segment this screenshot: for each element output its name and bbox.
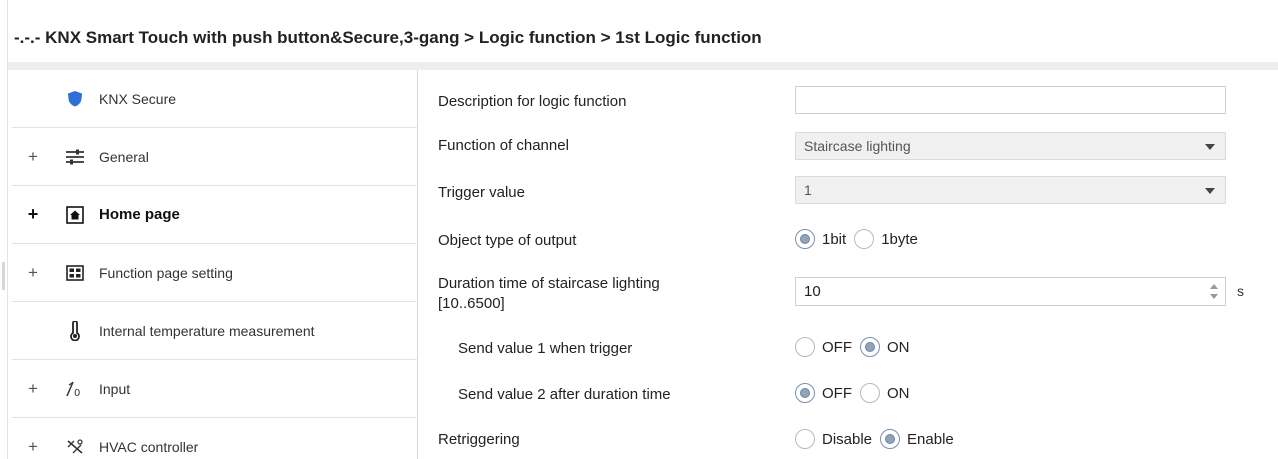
sidebar-item-home-page[interactable]: + Home page xyxy=(12,186,418,244)
radio-selected-icon[interactable] xyxy=(880,429,901,449)
expand-icon[interactable]: + xyxy=(26,204,40,225)
radio-off[interactable]: OFF xyxy=(795,337,852,357)
param-label: Send value 2 after duration time xyxy=(458,386,671,403)
param-object-type: Object type of output 1bit 1byte xyxy=(419,226,1278,256)
home-icon xyxy=(64,205,86,225)
select-value: 1 xyxy=(804,182,812,198)
sidebar-item-function-page-setting[interactable]: + Function page setting xyxy=(12,244,418,302)
splitter-mark xyxy=(2,262,5,290)
param-duration-time: Duration time of staircase lighting [10.… xyxy=(419,272,1278,324)
param-label: Trigger value xyxy=(438,184,525,201)
param-label-range: [10..6500] xyxy=(438,295,505,312)
radio-selected-icon[interactable] xyxy=(795,383,815,403)
sidebar-item-label: KNX Secure xyxy=(99,90,177,107)
object-type-radio-group: 1bit 1byte xyxy=(795,229,926,249)
radio-label: OFF xyxy=(822,384,852,402)
sidebar-item-input[interactable]: + 0 Input xyxy=(12,360,418,418)
header-band xyxy=(8,62,1278,70)
radio-label: 1byte xyxy=(881,230,918,248)
shield-icon xyxy=(64,89,86,109)
sidebar-item-knx-secure[interactable]: KNX Secure xyxy=(12,70,418,128)
radio-unselected-icon[interactable] xyxy=(795,429,815,449)
left-edge-bar xyxy=(0,0,8,459)
radio-on[interactable]: ON xyxy=(860,383,910,403)
expand-icon[interactable]: + xyxy=(26,263,40,283)
radio-selected-icon[interactable] xyxy=(860,337,880,357)
param-function-of-channel: Function of channel Staircase lighting xyxy=(419,131,1278,161)
radio-1bit[interactable]: 1bit xyxy=(795,229,846,249)
sidebar-item-label: Input xyxy=(99,380,131,397)
radio-label: Enable xyxy=(907,430,954,448)
description-input[interactable] xyxy=(795,86,1226,114)
param-send-value-2: Send value 2 after duration time OFF ON xyxy=(419,382,1278,412)
sidebar-item-general[interactable]: + General xyxy=(12,128,418,186)
param-label: Send value 1 when trigger xyxy=(458,340,633,357)
sliders-icon xyxy=(64,147,86,167)
input-icon: 0 xyxy=(64,379,86,399)
parameter-panel: Description for logic function Function … xyxy=(419,70,1278,459)
svg-text:0: 0 xyxy=(74,388,80,398)
radio-label: ON xyxy=(887,338,910,356)
function-of-channel-select[interactable]: Staircase lighting xyxy=(795,132,1226,160)
send-value-2-radio-group: OFF ON xyxy=(795,383,918,403)
expand-icon[interactable]: + xyxy=(26,147,40,167)
radio-unselected-icon[interactable] xyxy=(860,383,880,403)
spinbox-value: 10 xyxy=(804,283,821,300)
param-label: Retriggering xyxy=(438,431,520,448)
spin-arrows-icon[interactable] xyxy=(1209,283,1219,301)
expand-icon[interactable]: + xyxy=(26,437,40,457)
param-description: Description for logic function xyxy=(419,85,1278,115)
sidebar-item-label: Function page setting xyxy=(99,264,233,281)
grid-icon xyxy=(64,263,86,283)
expand-icon[interactable]: + xyxy=(26,379,40,399)
sidebar-item-label: General xyxy=(99,148,149,165)
sidebar: KNX Secure + General + Home page + Funct… xyxy=(12,70,418,459)
param-label: Object type of output xyxy=(438,232,577,249)
param-trigger-value: Trigger value 1 xyxy=(419,176,1278,206)
chevron-down-icon xyxy=(1205,188,1215,194)
radio-1byte[interactable]: 1byte xyxy=(854,229,918,249)
radio-selected-icon[interactable] xyxy=(795,229,815,249)
send-value-1-radio-group: OFF ON xyxy=(795,337,918,357)
radio-label: OFF xyxy=(822,338,852,356)
radio-enable[interactable]: Enable xyxy=(880,429,954,449)
sidebar-item-label: Home page xyxy=(99,206,180,223)
radio-label: 1bit xyxy=(822,230,847,248)
duration-spinbox[interactable]: 10 xyxy=(795,277,1226,306)
param-label: Function of channel xyxy=(438,137,569,154)
sidebar-item-label: Internal temperature measurement xyxy=(99,322,315,339)
sidebar-item-internal-temperature[interactable]: Internal temperature measurement xyxy=(12,302,418,360)
radio-label: Disable xyxy=(822,430,873,448)
radio-on[interactable]: ON xyxy=(860,337,910,357)
breadcrumb-title: -.-.- KNX Smart Touch with push button&S… xyxy=(14,28,762,47)
param-label: Description for logic function xyxy=(438,93,627,110)
sidebar-item-hvac-controller[interactable]: + HVAC controller xyxy=(12,418,418,459)
chevron-down-icon xyxy=(1205,144,1215,150)
header: -.-.- KNX Smart Touch with push button&S… xyxy=(8,0,1278,70)
radio-off[interactable]: OFF xyxy=(795,383,852,403)
param-send-value-1: Send value 1 when trigger OFF ON xyxy=(419,334,1278,364)
retriggering-radio-group: Disable Enable xyxy=(795,429,962,449)
param-label: Duration time of staircase lighting xyxy=(438,275,660,292)
hvac-icon xyxy=(64,437,86,457)
param-retriggering: Retriggering Disable Enable xyxy=(419,427,1278,457)
radio-label: ON xyxy=(887,384,910,402)
sidebar-item-label: HVAC controller xyxy=(99,439,199,455)
radio-unselected-icon[interactable] xyxy=(854,229,875,249)
thermometer-icon xyxy=(64,320,86,341)
radio-unselected-icon[interactable] xyxy=(795,337,815,357)
radio-disable[interactable]: Disable xyxy=(795,429,872,449)
select-value: Staircase lighting xyxy=(804,138,911,154)
trigger-value-select[interactable]: 1 xyxy=(795,176,1226,204)
duration-unit: s xyxy=(1237,283,1244,299)
